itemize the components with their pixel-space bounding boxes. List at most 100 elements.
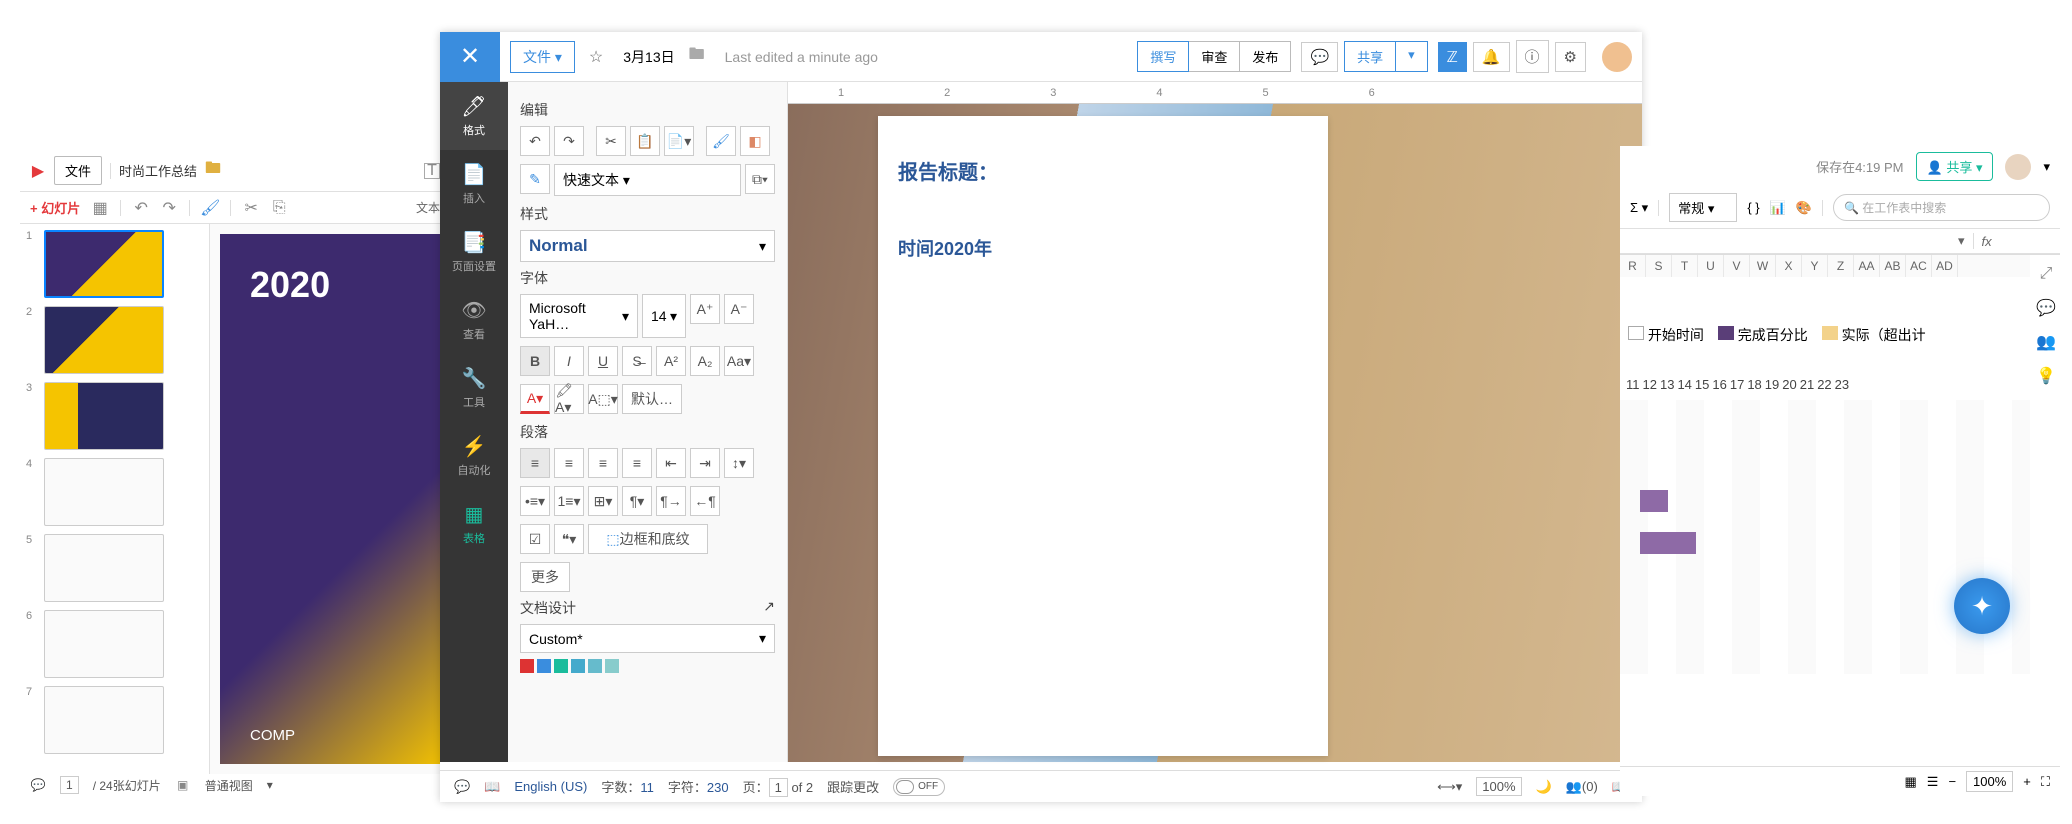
bold-button[interactable]: B — [520, 346, 550, 376]
font-grow-icon[interactable]: A⁺ — [690, 294, 720, 324]
pilcrow-icon[interactable]: ¶▾ — [622, 486, 652, 516]
file-button[interactable]: 文件 — [54, 156, 102, 185]
sidebar-item-page[interactable]: 📑页面设置 — [440, 218, 508, 286]
folder-icon[interactable]: 🖿 — [689, 43, 705, 70]
share-chevron-icon[interactable]: ▾ — [1396, 41, 1428, 72]
brackets-icon[interactable]: { } — [1747, 200, 1759, 215]
palette-icon[interactable]: 🎨 — [1796, 200, 1812, 216]
chat-icon[interactable]: 💬 — [1301, 42, 1338, 72]
share-button[interactable]: 共享 — [1344, 41, 1396, 72]
fx-label[interactable]: fx — [1982, 234, 1992, 249]
align-justify-icon[interactable]: ≡ — [622, 448, 652, 478]
font-size-select[interactable]: 14▾ — [642, 294, 686, 338]
sidebar-item-format[interactable]: 🖊格式 — [440, 82, 508, 150]
people-icon[interactable]: 👥(0) — [1566, 779, 1598, 795]
italic-button[interactable]: I — [554, 346, 584, 376]
more-button[interactable]: 更多 — [520, 562, 570, 592]
slide-thumb[interactable]: 1 — [26, 230, 203, 298]
close-icon[interactable]: ✕ — [440, 32, 500, 82]
expand-icon[interactable]: ⤢ — [2034, 261, 2058, 287]
align-right-icon[interactable]: ≡ — [588, 448, 618, 478]
case-icon[interactable]: Aa▾ — [724, 346, 754, 376]
bullet-list-icon[interactable]: •≡▾ — [520, 486, 550, 516]
multi-list-icon[interactable]: ⊞▾ — [588, 486, 618, 516]
comment-icon[interactable]: 💬 — [30, 777, 46, 793]
slide-thumb[interactable]: 3 — [26, 382, 203, 450]
doc-design-select[interactable]: Custom*▾ — [520, 624, 775, 653]
people-icon[interactable]: 👥 — [2034, 329, 2058, 355]
expand-icon[interactable]: ↗ — [763, 598, 775, 618]
cut-icon[interactable]: ✂ — [596, 126, 626, 156]
slide-thumb[interactable]: 2 — [26, 306, 203, 374]
comment-icon[interactable]: 💬 — [454, 779, 470, 795]
number-list-icon[interactable]: 1≡▾ — [554, 486, 584, 516]
quote-icon[interactable]: ❝▾ — [554, 524, 584, 554]
align-left-icon[interactable]: ≡ — [520, 448, 550, 478]
redo-icon[interactable]: ↷ — [161, 200, 177, 216]
thumbnail-column[interactable]: 1 2 3 4 5 6 7 — [20, 224, 210, 774]
search-input[interactable]: 🔍 在工作表中搜索 — [1833, 194, 2050, 221]
document-page[interactable]: 报告标题： 时间2020年 — [878, 116, 1328, 756]
zoom-value[interactable]: 100% — [1476, 777, 1521, 796]
format-paint-icon[interactable]: 🖌 — [202, 200, 218, 216]
undo-icon[interactable]: ↶ — [133, 200, 149, 216]
quick-text-icon[interactable]: ✎ — [520, 164, 550, 194]
slide-thumb[interactable]: 7 — [26, 686, 203, 754]
avatar[interactable] — [2005, 154, 2031, 180]
sheet-grid[interactable]: R STUVWXYZAAABACAD 开始时间 完成百分比 实际（超出计 111… — [1620, 254, 2060, 674]
slide-thumb[interactable]: 6 — [26, 610, 203, 678]
align-center-icon[interactable]: ≡ — [554, 448, 584, 478]
sidebar-item-table[interactable]: ▦表格 — [440, 490, 508, 558]
share-button[interactable]: 👤 共享 ▾ — [1916, 152, 1994, 181]
cut-icon[interactable]: ✂ — [243, 200, 259, 216]
ltr-icon[interactable]: ←¶ — [690, 486, 720, 516]
underline-button[interactable]: U — [588, 346, 618, 376]
superscript-icon[interactable]: A² — [656, 346, 686, 376]
tab-compose[interactable]: 撰写 — [1137, 41, 1189, 72]
number-format-select[interactable]: 常规 ▾ — [1669, 193, 1737, 222]
slide-thumb[interactable]: 4 — [26, 458, 203, 526]
zoom-out-icon[interactable]: − — [1948, 774, 1956, 789]
font-color-icon[interactable]: A▾ — [520, 384, 550, 414]
sidebar-item-insert[interactable]: 📄插入 — [440, 150, 508, 218]
list-view-icon[interactable]: ☰ — [1927, 774, 1939, 790]
style-select[interactable]: Normal▾ — [520, 230, 775, 262]
char-bg-icon[interactable]: A⬚▾ — [588, 384, 618, 414]
eraser-icon[interactable]: ◧ — [740, 126, 770, 156]
chart-icon[interactable]: 📊 — [1770, 200, 1786, 216]
chevron-down-icon[interactable]: ▾ — [2043, 159, 2050, 175]
navigation-fab[interactable]: ✦ — [1954, 578, 2010, 634]
indent-right-icon[interactable]: ⇥ — [690, 448, 720, 478]
chat-icon[interactable]: 💬 — [2034, 295, 2058, 321]
tab-review[interactable]: 审查 — [1189, 41, 1240, 72]
night-mode-icon[interactable]: 🌙 — [1536, 779, 1552, 795]
font-family-select[interactable]: Microsoft YaH…▾ — [520, 294, 638, 338]
view-mode[interactable]: 普通视图 — [205, 777, 253, 794]
fit-width-icon[interactable]: ⟷▾ — [1437, 779, 1462, 795]
folder-icon[interactable]: 🖿 — [205, 163, 221, 179]
default-font-button[interactable]: 默认… — [622, 384, 682, 414]
zoom-value[interactable]: 100% — [1966, 771, 2013, 792]
sidebar-item-view[interactable]: 👁查看 — [440, 286, 508, 354]
indent-left-icon[interactable]: ⇤ — [656, 448, 686, 478]
add-slide-button[interactable]: + 幻灯片 — [30, 198, 80, 217]
grid-view-icon[interactable]: ▦ — [1905, 774, 1917, 790]
language-indicator[interactable]: English (US) — [514, 779, 587, 794]
read-icon[interactable]: 📖 — [484, 779, 500, 795]
compare-icon[interactable]: ⧉▾ — [745, 164, 775, 194]
undo-icon[interactable]: ↶ — [520, 126, 550, 156]
zoom-in-icon[interactable]: + — [2023, 774, 2031, 789]
current-slide-number[interactable]: 1 — [60, 776, 79, 794]
view-icon[interactable]: ▣ — [175, 777, 191, 793]
bell-icon[interactable]: 🔔 — [1473, 42, 1510, 72]
star-icon[interactable]: ☆ — [589, 47, 603, 67]
zia-icon[interactable]: ℤ — [1438, 42, 1467, 72]
track-changes-toggle[interactable]: OFF — [893, 778, 945, 796]
copy-icon[interactable]: ⎘ — [271, 200, 287, 216]
avatar[interactable] — [1602, 42, 1632, 72]
fullscreen-icon[interactable]: ⛶ — [2041, 774, 2050, 790]
highlight-icon[interactable]: 🖍A▾ — [554, 384, 584, 414]
font-shrink-icon[interactable]: A⁻ — [724, 294, 754, 324]
sidebar-item-tools[interactable]: 🔧工具 — [440, 354, 508, 422]
quick-text-select[interactable]: 快速文本 ▾ — [554, 164, 741, 196]
